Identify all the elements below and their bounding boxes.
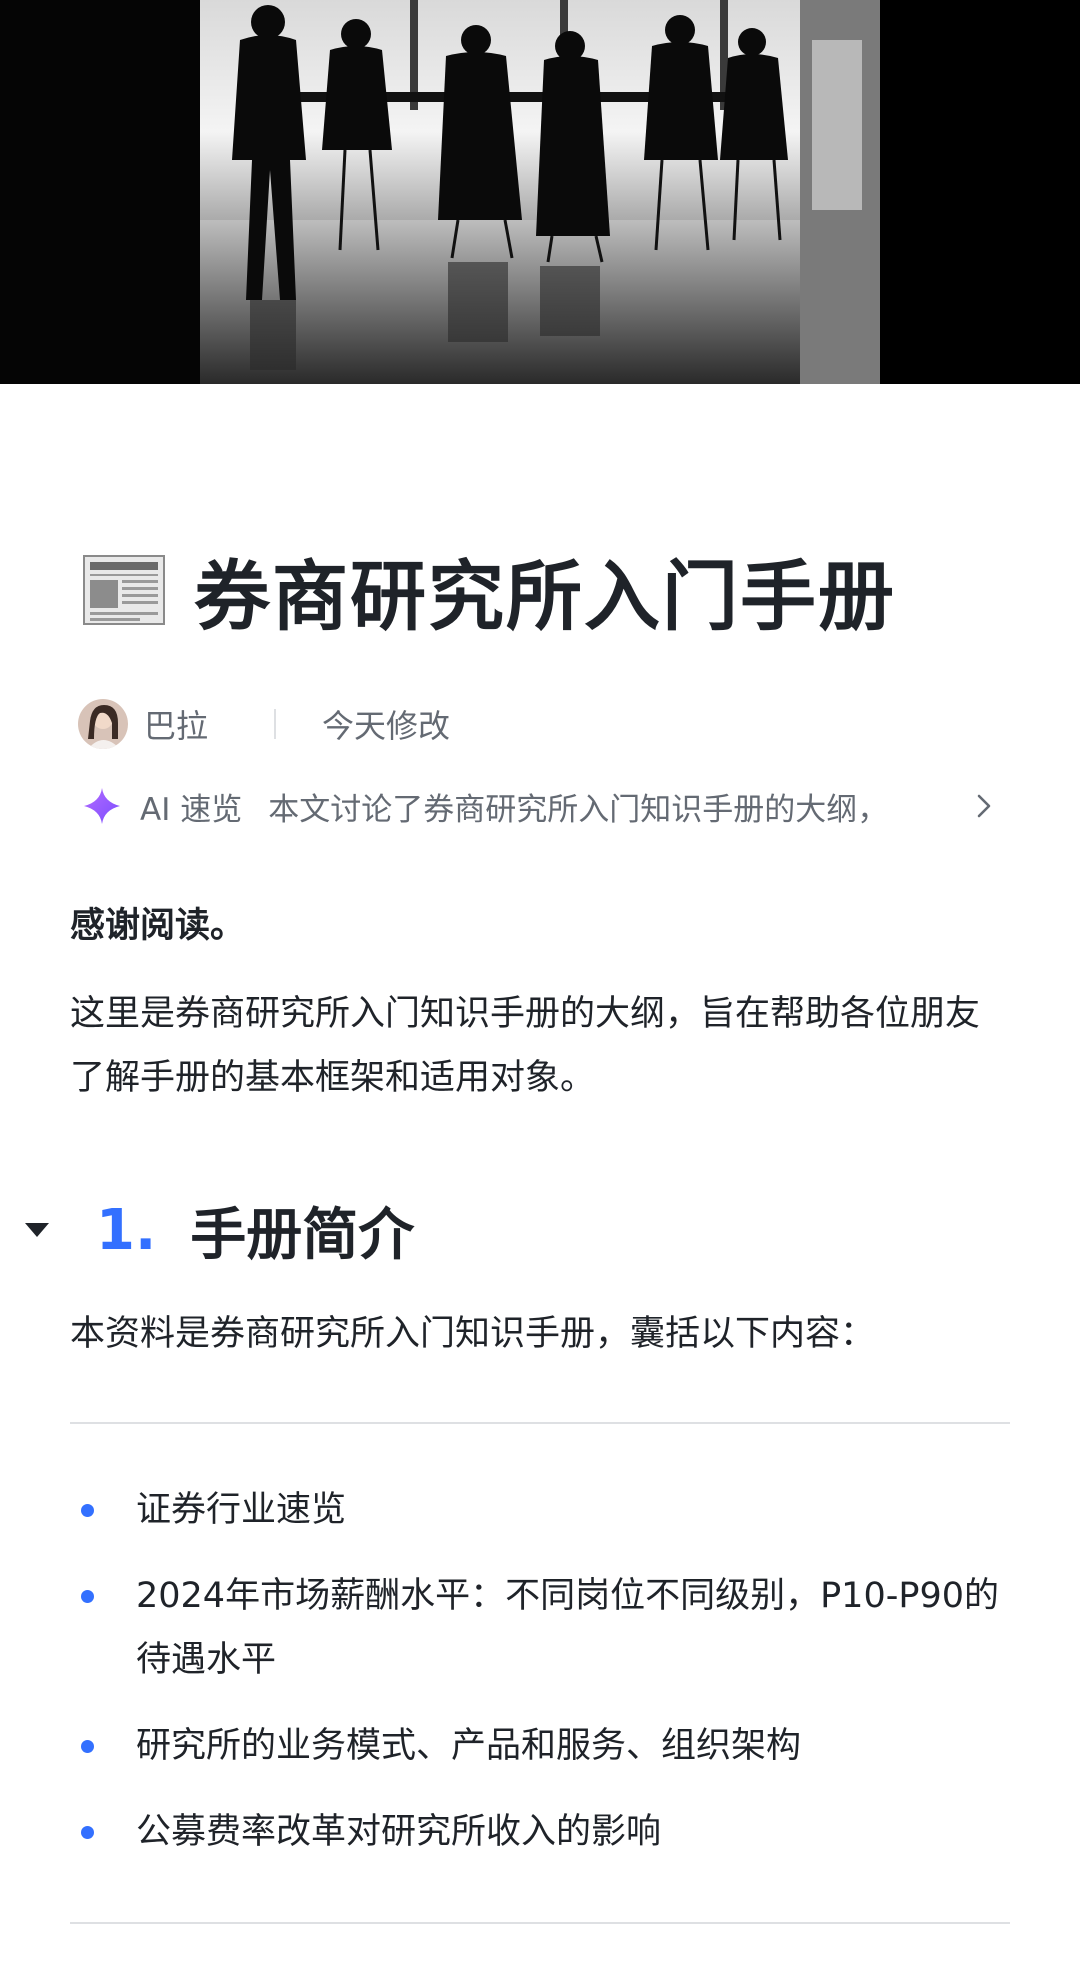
section-number: 1.: [96, 1197, 157, 1263]
bullet-dot: [81, 1740, 94, 1753]
avatar[interactable]: [78, 699, 128, 749]
chevron-right-icon[interactable]: [966, 788, 1002, 824]
list-item: 公募费率改革对研究所收入的影响: [70, 1800, 1010, 1864]
divider: [70, 1922, 1010, 1924]
ai-summary-label: AI 速览: [140, 791, 243, 828]
collapse-triangle-icon[interactable]: [22, 1215, 52, 1245]
section-heading-1[interactable]: 1. 手册简介: [22, 1188, 414, 1272]
list-item: 证券行业速览: [70, 1478, 1010, 1542]
page-title[interactable]: 券商研究所入门手册: [194, 535, 896, 645]
ai-summary-bar[interactable]: AI 速览 本文讨论了券商研究所入门知识手册的大纲，: [82, 778, 1002, 834]
divider: [70, 1422, 1010, 1424]
author-name[interactable]: 巴拉: [144, 701, 208, 747]
bullet-dot: [81, 1826, 94, 1839]
doc-meta: 巴拉 今天修改: [78, 696, 450, 752]
intro-paragraph: 这里是券商研究所入门知识手册的大纲，旨在帮助各位朋友了解手册的基本框架和适用对象…: [70, 994, 981, 1098]
list-item: 2024年市场薪酬水平：不同岗位不同级别，P10-P90的待遇水平: [70, 1564, 1010, 1692]
title-row: 券商研究所入门手册: [82, 535, 896, 645]
meta-divider: [274, 709, 277, 739]
bullet-dot: [81, 1590, 94, 1603]
list-item: 研究所的业务模式、产品和服务、组织架构: [70, 1714, 1010, 1778]
section-title: 手册简介: [190, 1202, 415, 1268]
modified-time: 今天修改: [322, 707, 451, 745]
list-item-text: 2024年市场薪酬水平：不同岗位不同级别，P10-P90的待遇水平: [136, 1576, 999, 1680]
list-item-text: 研究所的业务模式、产品和服务、组织架构: [136, 1726, 802, 1766]
list-item-text: 公募费率改革对研究所收入的影响: [136, 1812, 662, 1852]
newspaper-icon: [83, 555, 165, 625]
thanks-text: 感谢阅读。: [70, 906, 246, 946]
bullet-list: 证券行业速览 2024年市场薪酬水平：不同岗位不同级别，P10-P90的待遇水平…: [70, 1478, 1010, 1886]
sparkle-icon: [84, 788, 120, 824]
bullet-dot: [81, 1504, 94, 1517]
ai-summary-text: 本文讨论了券商研究所入门知识手册的大纲，: [268, 791, 889, 828]
list-item-text: 证券行业速览: [136, 1490, 347, 1530]
section-intro: 本资料是券商研究所入门知识手册，囊括以下内容：: [70, 1314, 876, 1354]
cover-image: [0, 0, 1080, 384]
